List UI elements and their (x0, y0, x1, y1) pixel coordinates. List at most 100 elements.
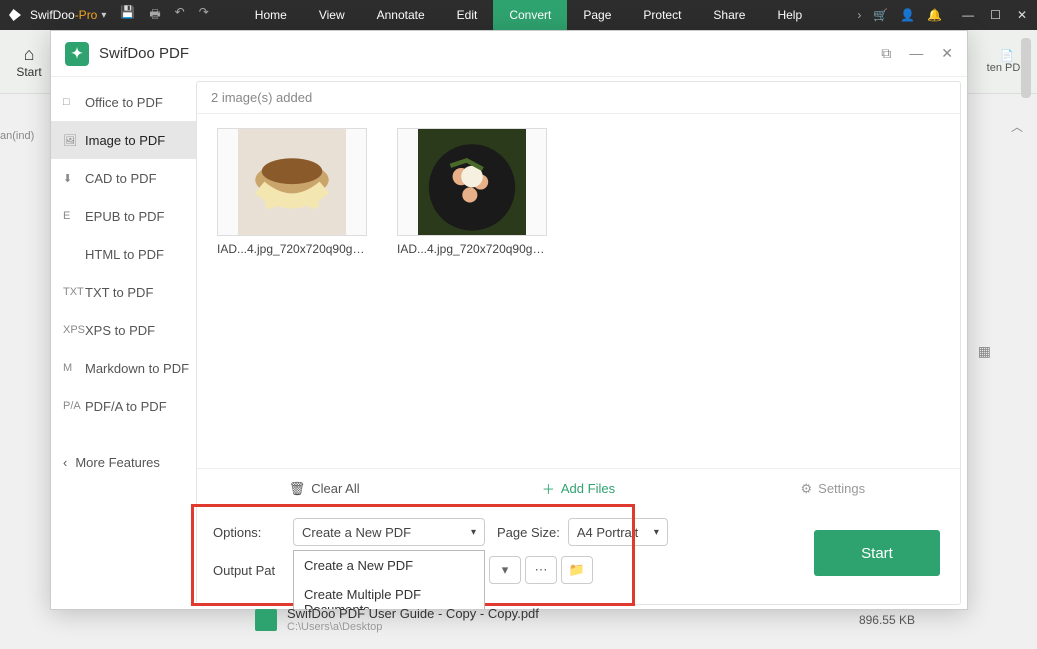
sidebar-icon: ⬇ (63, 172, 77, 185)
action-bar: 🗑Clear All ＋Add Files ⚙Settings (197, 468, 960, 508)
sidebar-item-image-to-pdf[interactable]: 🖼 Image to PDF (51, 121, 196, 159)
home-icon: ⌂ (10, 44, 48, 65)
output-dropdown-button[interactable]: ▾ (489, 556, 521, 584)
start-tab[interactable]: ⌂ Start (10, 44, 48, 79)
menu-share[interactable]: Share (697, 0, 761, 30)
options-panel: Options: Create a New PDF▾ Page Size: A4… (197, 508, 960, 604)
sidebar-icon: P/A (63, 400, 77, 412)
menu-convert[interactable]: Convert (493, 0, 567, 30)
pagesize-select[interactable]: A4 Portrait▾ (568, 518, 668, 546)
main-menu: HomeViewAnnotateEditConvertPageProtectSh… (239, 0, 818, 30)
quick-access: 💾 🖶 ↶ ↷ (120, 5, 208, 26)
dialog-window-icon[interactable]: ⧉ (881, 45, 891, 62)
menu-protect[interactable]: Protect (627, 0, 697, 30)
close-icon[interactable]: ✕ (1017, 8, 1027, 22)
grid-view-icon[interactable]: ▦ (978, 343, 991, 360)
app-logo-icon (6, 6, 24, 24)
dialog-logo-icon: ✦ (65, 42, 89, 66)
collapse-ribbon-icon[interactable]: ︿ (1011, 118, 1023, 135)
convert-sidebar: □ Office to PDF 🖼 Image to PDF ⬇ CAD to PDF EE… (51, 77, 196, 609)
file-size: 896.55 KB (859, 613, 915, 627)
dialog-header: ✦ SwifDoo PDF ⧉ — ✕ (51, 31, 967, 77)
plus-icon: ＋ (542, 479, 555, 498)
sidebar-label: TXT to PDF (85, 285, 153, 300)
sidebar-label: Image to PDF (85, 133, 165, 148)
options-select[interactable]: Create a New PDF▾ (293, 518, 485, 546)
sidebar-label: HTML to PDF (85, 247, 164, 262)
minimize-icon[interactable]: — (962, 8, 974, 22)
dialog-minimize-icon[interactable]: — (909, 45, 923, 62)
gear-icon: ⚙ (801, 481, 813, 497)
sidebar-item-xps-to-pdf[interactable]: XPS XPS to PDF (51, 311, 196, 349)
sidebar-item-epub-to-pdf[interactable]: E EPUB to PDF (51, 197, 196, 235)
sidebar-label: XPS to PDF (85, 323, 155, 338)
bell-icon[interactable]: 🔔 (927, 8, 942, 22)
menu-help[interactable]: Help (761, 0, 818, 30)
dialog-title: SwifDoo PDF (99, 45, 189, 62)
sidebar-item-pdf-a-to-pdf[interactable]: P/A PDF/A to PDF (51, 387, 196, 425)
thumbnail-caption: IAD...4.jpg_720x720q90g.jpg (217, 242, 367, 256)
undo-icon[interactable]: ↶ (175, 5, 185, 26)
sidebar-item-txt-to-pdf[interactable]: TXTTXT to PDF (51, 273, 196, 311)
menu-page[interactable]: Page (567, 0, 627, 30)
trash-icon: 🗑 (289, 481, 306, 497)
pagesize-label: Page Size: (497, 525, 560, 540)
sidebar-icon: M (63, 362, 77, 374)
thumbnail-item[interactable]: IAD...4.jpg_720x720q90g.jpg (217, 128, 367, 256)
sidebar-icon: □ (63, 96, 77, 108)
scrollbar-thumb[interactable] (1021, 38, 1031, 98)
sidebar-item-cad-to-pdf[interactable]: ⬇ CAD to PDF (51, 159, 196, 197)
add-files-button[interactable]: ＋Add Files (451, 469, 705, 508)
more-features-button[interactable]: ‹More Features (51, 445, 196, 480)
sidebar-item-html-to-pdf[interactable]: HTML to PDF (51, 235, 196, 273)
status-text: 2 image(s) added (197, 82, 960, 114)
dropdown-option[interactable]: Create a New PDF (294, 551, 484, 580)
browse-folder-button[interactable]: 📁 (561, 556, 593, 584)
start-button[interactable]: Start (814, 530, 940, 576)
sidebar-label: Office to PDF (85, 95, 163, 110)
app-dropdown-icon[interactable]: ▾ (101, 10, 106, 21)
titlebar-right: › 🛒 👤 🔔 — ☐ ✕ (857, 8, 1037, 22)
sidebar-label: Markdown to PDF (85, 361, 189, 376)
convert-dialog: ✦ SwifDoo PDF ⧉ — ✕ □ Office to PDF 🖼 Image… (50, 30, 968, 610)
options-dropdown: Create a New PDFCreate Multiple PDF Docu… (293, 550, 485, 609)
sidebar-icon: E (63, 210, 77, 222)
chevron-down-icon: ▾ (654, 527, 659, 538)
user-icon[interactable]: 👤 (900, 8, 915, 22)
output-path-label: Output Pat (213, 563, 293, 578)
print-icon[interactable]: 🖶 (149, 5, 160, 26)
thumbnail-area: IAD...4.jpg_720x720q90g.jpg IAD...4.jpg_7… (197, 114, 960, 468)
save-icon[interactable]: 💾 (120, 5, 135, 26)
sidebar-icon: 🖼 (63, 134, 77, 147)
options-label: Options: (213, 525, 293, 540)
sidebar-item-office-to-pdf[interactable]: □ Office to PDF (51, 83, 196, 121)
thumbnail-image (217, 128, 367, 236)
sidebar-item-markdown-to-pdf[interactable]: M Markdown to PDF (51, 349, 196, 387)
dialog-close-icon[interactable]: ✕ (941, 45, 953, 62)
settings-button[interactable]: ⚙Settings (706, 469, 960, 508)
cart-icon[interactable]: 🛒 (873, 8, 888, 22)
sidebar-icon: XPS (63, 324, 77, 336)
background-text: an(ind) (0, 130, 34, 142)
sidebar-label: PDF/A to PDF (85, 399, 167, 414)
redo-icon[interactable]: ↷ (199, 5, 209, 26)
thumbnail-image (397, 128, 547, 236)
thumbnail-item[interactable]: IAD...4.jpg_720x720q90g.jpg (397, 128, 547, 256)
clear-all-button[interactable]: 🗑Clear All (197, 469, 451, 508)
maximize-icon[interactable]: ☐ (990, 8, 1001, 22)
menu-home[interactable]: Home (239, 0, 303, 30)
file-path: C:\Users\a\Desktop (287, 621, 539, 633)
background-file-row[interactable]: SwifDoo PDF User Guide - Copy - Copy.pdf… (255, 606, 955, 633)
menu-edit[interactable]: Edit (441, 0, 494, 30)
menu-view[interactable]: View (303, 0, 361, 30)
dropdown-option[interactable]: Create Multiple PDF Documents (294, 580, 484, 609)
thumbnail-caption: IAD...4.jpg_720x720q90g.jpg (397, 242, 547, 256)
pdf-file-icon (255, 609, 277, 631)
sidebar-label: CAD to PDF (85, 171, 157, 186)
menu-annotate[interactable]: Annotate (361, 0, 441, 30)
chevron-right-icon[interactable]: › (857, 8, 861, 22)
sidebar-label: EPUB to PDF (85, 209, 164, 224)
app-name: SwifDoo-Pro (30, 8, 97, 22)
output-more-button[interactable]: ⋯ (525, 556, 557, 584)
chevron-left-icon: ‹ (63, 455, 67, 470)
